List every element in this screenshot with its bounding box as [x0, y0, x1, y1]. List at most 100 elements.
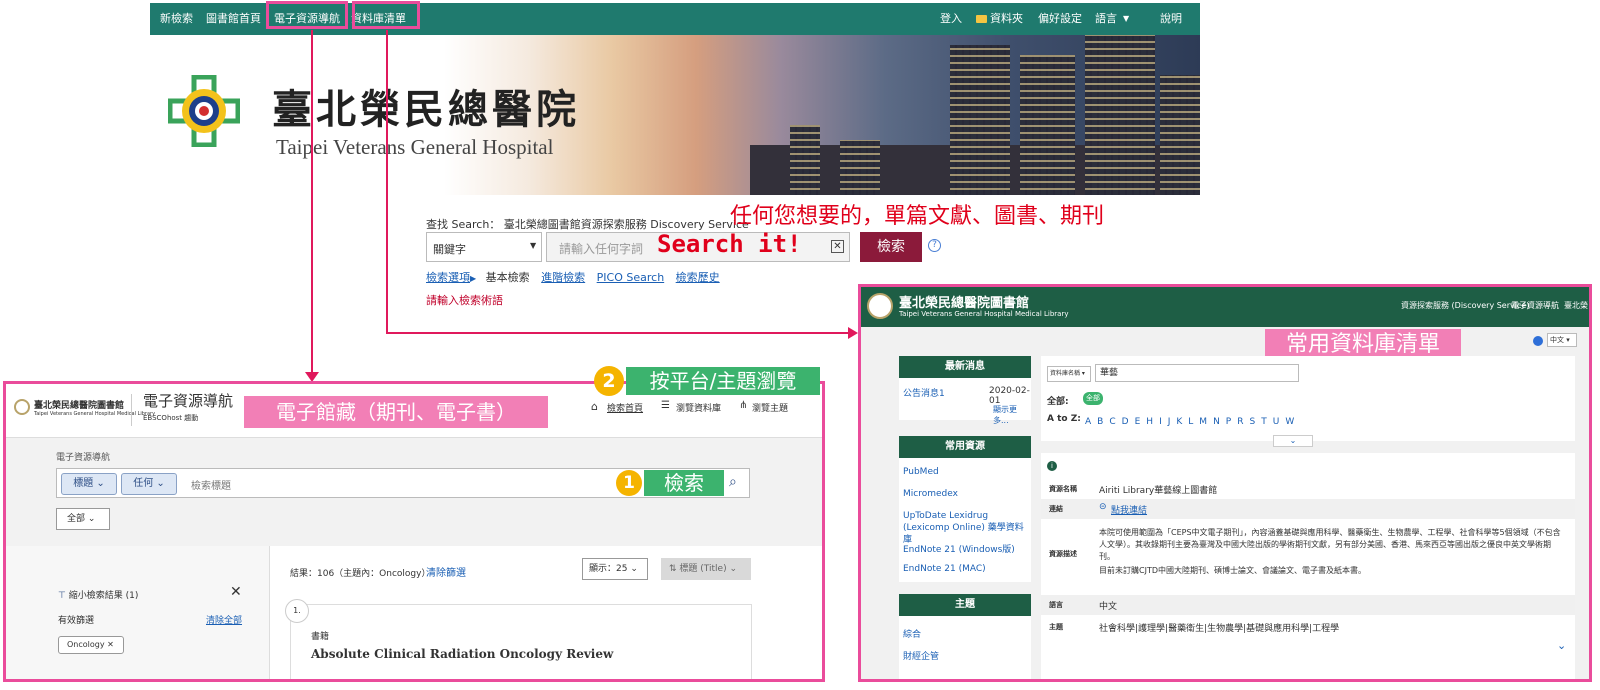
detail-link[interactable]: 點我連結 [1111, 503, 1147, 516]
link-advanced-search[interactable]: 進階檢索 [541, 271, 585, 284]
clear-all-link[interactable]: 清除全部 [206, 613, 242, 626]
nav-language[interactable]: 語言 [1095, 3, 1117, 35]
annotation-number-1: 1 [616, 470, 642, 496]
nav-browse-databases[interactable]: 瀏覽資料庫 [676, 401, 721, 414]
hospital-name-en: Taipei Veterans General Hospital [276, 135, 554, 159]
header-link-e-resources[interactable]: 電子資源導航 [1511, 300, 1559, 311]
arrow-right-icon [848, 327, 858, 339]
letter-link[interactable]: J [1168, 417, 1171, 427]
nav-preferences[interactable]: 偏好設定 [1038, 3, 1082, 35]
page-size-value: 顯示：25 [589, 564, 628, 574]
subject-link-business[interactable]: 財經企管 [903, 649, 939, 662]
letter-link[interactable]: L [1188, 417, 1193, 427]
result-title[interactable]: Absolute Clinical Radiation Oncology Rev… [311, 647, 613, 661]
ebsco-search-input[interactable]: 檢索標題 [191, 477, 231, 492]
header-link-more[interactable]: 臺北榮 [1564, 300, 1588, 311]
divider [131, 394, 132, 426]
search-button[interactable]: 檢索 [860, 232, 922, 262]
active-filter-chip[interactable]: Oncology ✕ [58, 636, 124, 654]
expand-chevron-icon[interactable]: ⌄ [1273, 435, 1313, 447]
detail-value: 中文 [1099, 602, 1118, 612]
globe-icon [1533, 336, 1543, 346]
search-input[interactable]: 請輸入任何字詞 Search it! ✕ [546, 230, 850, 262]
help-icon[interactable]: ? [928, 239, 941, 252]
news-item-link[interactable]: 公告消息1 [903, 386, 945, 399]
field-chip-any[interactable]: 任何 ⌄ [121, 473, 177, 495]
home-icon: ⌂ [591, 400, 598, 413]
az-label: A to Z: [1047, 414, 1081, 424]
library-database-list-panel: 臺北榮民總醫院圖書館 Taipei Veterans General Hospi… [858, 284, 1592, 682]
close-icon[interactable]: ✕ [230, 584, 242, 600]
news-more-link[interactable]: 顯示更多... [993, 404, 1031, 426]
annotation-anything: 任何您想要的，單篇文獻、圖書、期刊 [730, 204, 1105, 229]
common-resources-box: 常用資源 PubMed Micromedex UpToDate Lexidrug… [899, 436, 1031, 582]
refine-sidebar: ⊤ 縮小檢索結果 (1) ✕ 有效篩選 清除全部 Oncology ✕ [6, 546, 270, 679]
letter-link[interactable]: S [1250, 417, 1256, 427]
letter-link[interactable]: T [1261, 417, 1267, 427]
building [840, 140, 880, 195]
resource-link-endnote-windows[interactable]: EndNote 21 (Windows版) [903, 542, 1015, 555]
resource-link-endnote-mac[interactable]: EndNote 21 (MAC) [903, 564, 986, 574]
annotation-search: 檢索 [644, 470, 724, 496]
ebsco-e-resource-panel: 臺北榮民總醫院圖書館 Taipei Veterans General Hospi… [3, 381, 825, 682]
letter-link[interactable]: D [1122, 417, 1129, 427]
page-size-select[interactable]: 顯示：25 ⌄ [582, 558, 648, 580]
nav-new-search[interactable]: 新檢索 [160, 3, 193, 35]
subject-box: 主題 綜合 財經企管 [899, 594, 1031, 679]
search-field-select[interactable]: 關鍵字 ▼ [426, 232, 542, 262]
letter-link[interactable]: B [1097, 417, 1103, 427]
resource-link-pubmed[interactable]: PubMed [903, 467, 939, 477]
detail-row-link: 連結 ⊝ 點我連結 [1041, 499, 1575, 519]
refine-results-title: ⊤ 縮小檢索結果 (1) [58, 588, 138, 601]
clear-filter-link[interactable]: 清除篩選 [426, 564, 466, 579]
letter-link[interactable]: R [1237, 417, 1243, 427]
clear-icon[interactable]: ✕ [831, 240, 844, 253]
folder-icon [976, 3, 987, 35]
letter-link[interactable]: K [1176, 417, 1182, 427]
result-card[interactable]: 1. 書籍 Absolute Clinical Radiation Oncolo… [285, 599, 752, 679]
letter-link[interactable]: H [1146, 417, 1153, 427]
nav-folder[interactable]: 資料夾 [990, 3, 1023, 35]
search-icon[interactable]: ⌕ [729, 474, 737, 490]
letter-link[interactable]: W [1285, 417, 1294, 427]
nav-browse-subjects[interactable]: 瀏覽主題 [752, 401, 788, 414]
language-select[interactable]: 中文 ▾ [1547, 333, 1577, 347]
library-logo-icon [867, 293, 893, 319]
sort-select[interactable]: ⇅ 標題 (Title) ⌄ [661, 558, 751, 580]
field-chip-title[interactable]: 標題 ⌄ [61, 473, 117, 495]
subject-link-general[interactable]: 綜合 [903, 627, 921, 640]
annotation-search-it: Search it! [657, 230, 802, 258]
highlight-database-list [352, 1, 420, 29]
nav-login[interactable]: 登入 [940, 3, 962, 35]
nav-search-home[interactable]: 檢索首頁 [607, 401, 643, 414]
letter-link[interactable]: N [1213, 417, 1220, 427]
detail-desc: 本院可使用範圍為「CEPS中文電子期刊」，內容涵蓋基礎與應用科學、醫藥衛生、生物… [1099, 528, 1561, 561]
letter-link[interactable]: M [1199, 417, 1207, 427]
news-title: 最新消息 [899, 356, 1031, 378]
resource-link-uptodate[interactable]: UpToDate Lexidrug (Lexicomp Online) 藥學資料… [903, 510, 1029, 546]
link-pico-search[interactable]: PICO Search [597, 271, 665, 284]
chevron-down-icon[interactable]: ⌄ [1557, 639, 1566, 652]
nav-library-home[interactable]: 圖書館首頁 [206, 3, 261, 35]
letter-link[interactable]: A [1085, 417, 1091, 427]
letter-link[interactable]: U [1273, 417, 1280, 427]
detail-label: 語言 [1049, 601, 1063, 609]
link-search-history[interactable]: 檢索歷史 [676, 271, 720, 284]
scope-select[interactable]: 全部 ⌄ [56, 508, 110, 530]
ebsco-title: 電子資源導航 [143, 392, 234, 410]
filter-all-badge[interactable]: 全部 [1083, 392, 1103, 405]
letter-link[interactable]: E [1135, 417, 1141, 427]
letter-link[interactable]: I [1159, 417, 1162, 427]
search-option-links: 檢索選項▶ 基本檢索 進階檢索 PICO Search 檢索歷史 [426, 269, 720, 285]
link-basic-search[interactable]: 基本檢索 [486, 271, 530, 284]
nav-help[interactable]: 說明 [1160, 3, 1182, 35]
result-type: 書籍 [311, 632, 330, 642]
resource-link-micromedex[interactable]: Micromedex [903, 489, 958, 499]
filter-input[interactable]: 華藝 [1095, 364, 1299, 382]
letter-link[interactable]: P [1226, 417, 1231, 427]
letter-link[interactable]: C [1109, 417, 1115, 427]
link-search-options[interactable]: 檢索選項 [426, 271, 470, 284]
hospital-emblem-icon [167, 74, 241, 148]
filter-field-select[interactable]: 資料庫名稱 ▾ [1047, 366, 1091, 382]
hospital-name-zh: 臺北榮民總醫院 [272, 86, 580, 133]
